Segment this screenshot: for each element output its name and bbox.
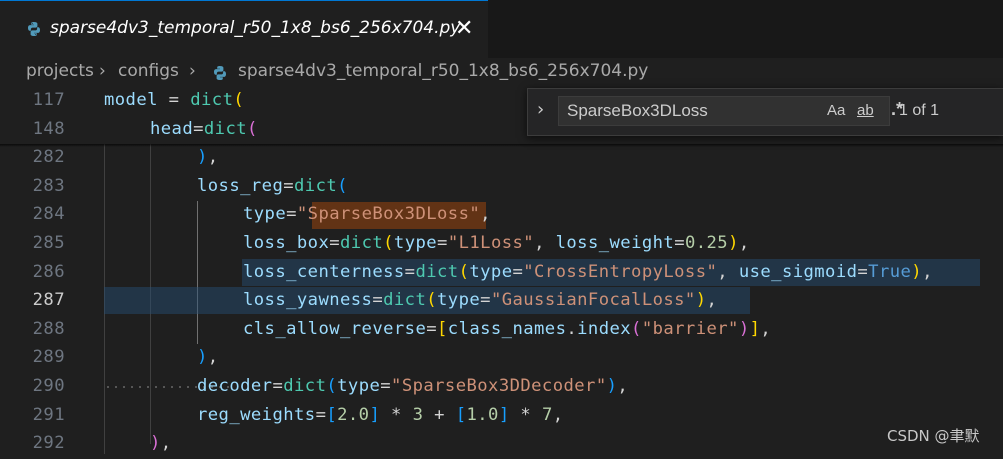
token: dict xyxy=(383,290,427,311)
match-count: 1 of 1 xyxy=(899,102,940,119)
python-file-icon xyxy=(28,22,40,36)
token: 0.25 xyxy=(684,233,729,253)
line-number: 288 xyxy=(32,318,65,339)
line-number: 283 xyxy=(32,175,65,196)
line-number: 290 xyxy=(32,376,65,396)
token: dict xyxy=(203,118,248,139)
line-number: 282 xyxy=(32,147,65,168)
tab-bar: sparse4dv3_temporal_r50_1x8_bs6_256x704.… xyxy=(0,0,1003,58)
token: decoder xyxy=(197,376,273,396)
code-line: 284 type="SparseBox3DLoss", xyxy=(0,201,1003,230)
line-number: 284 xyxy=(32,204,65,225)
token: loss_box xyxy=(243,233,330,253)
breadcrumb-separator: › xyxy=(99,61,106,81)
editor-tab[interactable]: sparse4dv3_temporal_r50_1x8_bs6_256x704.… xyxy=(0,0,488,58)
token: 2.0 xyxy=(337,404,370,425)
code-editor[interactable]: 117 model = dict( 148 head=dict( 282 ), … xyxy=(0,87,1003,454)
token: class_names xyxy=(447,318,567,339)
token: loss_centerness xyxy=(243,261,405,282)
token: dict xyxy=(415,261,459,282)
token: type xyxy=(243,204,287,225)
breadcrumb-file[interactable]: sparse4dv3_temporal_r50_1x8_bs6_256x704.… xyxy=(238,61,648,81)
code-line: 291 reg_weights=[2.0] * 3 + [1.0] * 7, xyxy=(0,402,1003,431)
find-input[interactable]: SparseBox3DLoss Aa ab .* xyxy=(558,96,903,126)
token: type xyxy=(469,261,513,282)
token: "SparseBox3DLoss" xyxy=(296,204,481,225)
token: 1.0 xyxy=(466,404,499,425)
token: use_sigmoid xyxy=(738,261,858,282)
watermark: CSDN @聿默 xyxy=(887,427,980,445)
code-line: 288 cls_allow_reverse=[class_names.index… xyxy=(0,316,1003,345)
token: 3 xyxy=(412,404,424,425)
code-line: 286 loss_centerness=dict(type="CrossEntr… xyxy=(0,259,1003,288)
line-number: 292 xyxy=(32,433,65,454)
token: cls_allow_reverse xyxy=(243,318,427,339)
code-line-active: 287 loss_yawness=dict(type="GaussianFoca… xyxy=(0,287,1003,316)
code-line: 285 loss_box=dict(type="L1Loss", loss_we… xyxy=(0,230,1003,259)
token: loss_yawness xyxy=(243,290,373,311)
token: dict xyxy=(294,175,338,196)
line-number: 148 xyxy=(32,118,65,139)
token: loss_reg xyxy=(197,175,284,196)
line-number: 289 xyxy=(32,347,65,368)
token: 7 xyxy=(541,404,553,425)
token: dict xyxy=(283,376,327,396)
token: type xyxy=(337,376,381,396)
token: head xyxy=(150,118,194,139)
token: type xyxy=(393,233,438,253)
token: loss_weight xyxy=(555,233,675,253)
token: dict xyxy=(190,90,234,110)
token: "barrier" xyxy=(641,318,739,339)
token: type xyxy=(437,290,481,311)
token: reg_weights xyxy=(197,404,316,425)
code-line: 289 ), xyxy=(0,344,1003,373)
code-line: 290 decoder=dict(type="SparseBox3DDecode… xyxy=(0,373,1003,402)
breadcrumb-separator: › xyxy=(189,61,196,81)
token: index xyxy=(577,318,632,339)
token: "L1Loss" xyxy=(447,233,535,253)
token: model xyxy=(104,90,158,110)
breadcrumb-projects[interactable]: projects xyxy=(26,61,94,81)
line-number: 117 xyxy=(32,90,65,110)
line-number: 285 xyxy=(32,233,65,253)
token: "SparseBox3DDecoder" xyxy=(391,376,607,396)
code-line: 283 loss_reg=dict( xyxy=(0,173,1003,202)
breadcrumb-configs[interactable]: configs xyxy=(118,61,179,81)
chevron-right-icon[interactable]: › xyxy=(537,99,544,120)
find-input-value: SparseBox3DLoss xyxy=(567,101,708,120)
whole-word-icon[interactable]: ab xyxy=(857,102,874,119)
line-number: 291 xyxy=(32,404,65,425)
code-line: 292 ), xyxy=(0,430,1003,459)
line-number: 286 xyxy=(32,261,65,282)
breadcrumb: projects › configs › sparse4dv3_temporal… xyxy=(0,58,1003,86)
python-file-icon xyxy=(214,66,226,80)
close-icon[interactable]: ✕ xyxy=(455,16,473,41)
token: dict xyxy=(340,233,384,253)
token: "GaussianFocalLoss" xyxy=(490,290,696,311)
line-number: 287 xyxy=(32,290,65,311)
token: True xyxy=(868,261,912,282)
match-case-icon[interactable]: Aa xyxy=(827,102,845,119)
tab-filename: sparse4dv3_temporal_r50_1x8_bs6_256x704.… xyxy=(50,18,461,38)
find-widget: › SparseBox3DLoss Aa ab .* 1 of 1 xyxy=(527,88,1003,136)
code-line: 282 ), xyxy=(0,144,1003,173)
token: "CrossEntropyLoss" xyxy=(523,261,718,282)
